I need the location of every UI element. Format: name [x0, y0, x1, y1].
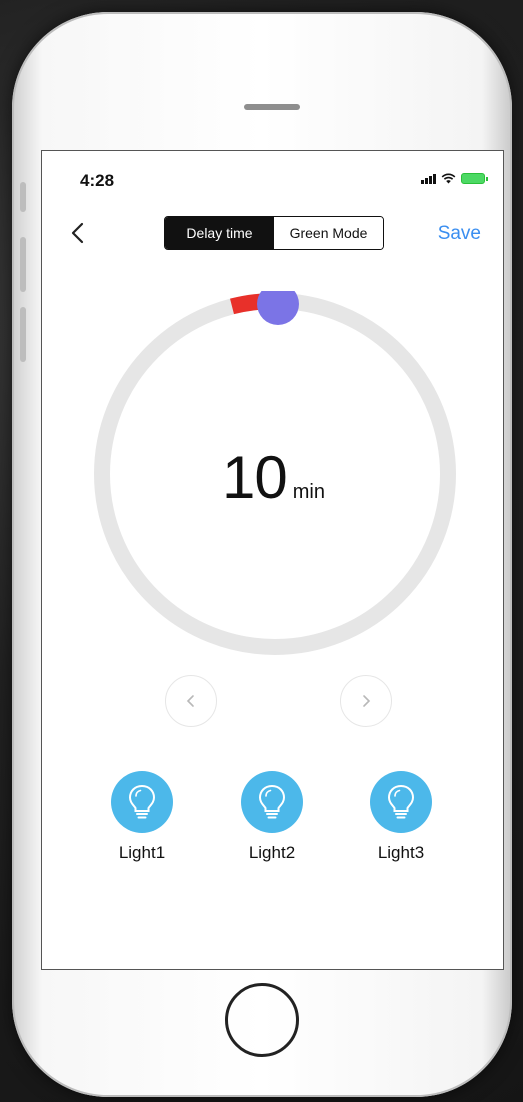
- mode-segmented-control: Delay time Green Mode: [164, 216, 384, 250]
- light-item-3[interactable]: Light3: [351, 771, 451, 863]
- dial-knob: [257, 291, 299, 325]
- lightbulb-icon: [128, 784, 156, 819]
- save-button[interactable]: Save: [438, 223, 481, 245]
- lightbulb-icon: [258, 784, 286, 819]
- chevron-right-icon: [363, 695, 371, 707]
- earpiece-speaker: [244, 104, 300, 110]
- back-button[interactable]: [66, 221, 90, 245]
- status-icons: [421, 173, 488, 184]
- status-time: 4:28: [80, 171, 115, 190]
- decrease-button[interactable]: [165, 675, 217, 727]
- battery-icon: [461, 173, 488, 184]
- light-icon-circle: [111, 771, 173, 833]
- lightbulb-icon: [387, 784, 415, 819]
- tab-delay-time[interactable]: Delay time: [165, 217, 274, 249]
- light-icon-circle: [370, 771, 432, 833]
- dial-value: 10: [222, 444, 288, 511]
- chevron-left-icon: [71, 222, 84, 244]
- dial-unit: min: [292, 481, 325, 503]
- home-button[interactable]: [225, 983, 299, 1057]
- light-label: Light1: [118, 843, 166, 862]
- light-label: Light2: [248, 843, 296, 862]
- app-screen: 4:28 Delay time Green Mode Save 10 min L…: [41, 150, 504, 970]
- tab-green-mode[interactable]: Green Mode: [274, 217, 383, 249]
- light-item-1[interactable]: Light1: [92, 771, 192, 863]
- dial-value-display: 10 min: [42, 443, 503, 512]
- light-label: Light3: [377, 843, 425, 862]
- signal-icon: [421, 173, 436, 184]
- increase-button[interactable]: [340, 675, 392, 727]
- chevron-left-icon: [186, 695, 194, 707]
- light-item-2[interactable]: Light2: [222, 771, 322, 863]
- volume-down-button: [20, 307, 26, 362]
- light-icon-circle: [241, 771, 303, 833]
- mute-switch: [20, 182, 26, 212]
- volume-up-button: [20, 237, 26, 292]
- wifi-icon: [441, 173, 456, 184]
